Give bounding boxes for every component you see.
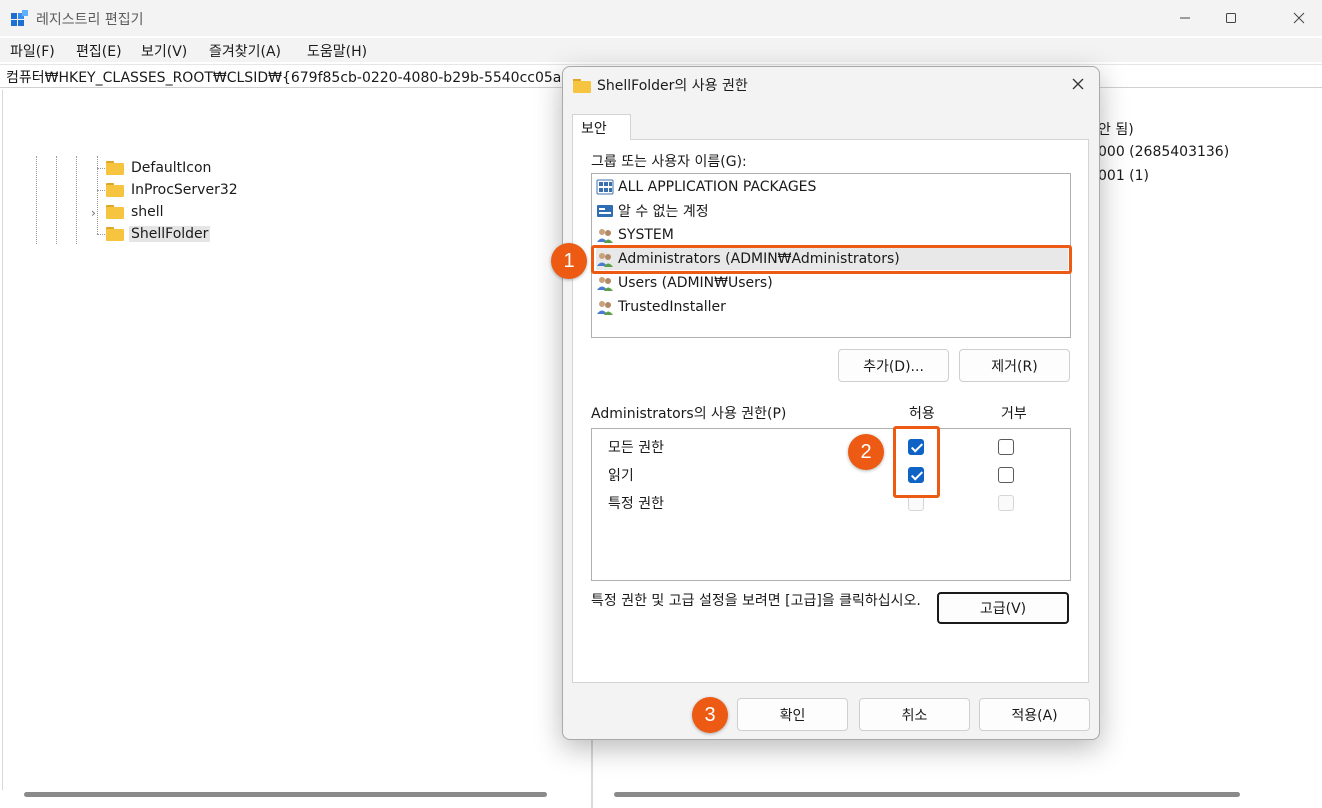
- apply-button[interactable]: 적용(A): [979, 698, 1090, 731]
- user-label: ALL APPLICATION PACKAGES: [618, 179, 817, 195]
- step-badge-3: 3: [692, 697, 728, 733]
- tree-item-label: DefaultIcon: [131, 160, 212, 176]
- permission-read-label: 읽기: [608, 468, 634, 484]
- cancel-button[interactable]: 취소: [859, 698, 970, 731]
- close-button[interactable]: [1276, 0, 1322, 36]
- registry-editor-icon: [11, 10, 28, 26]
- remove-button[interactable]: 제거(R): [959, 349, 1070, 382]
- list-item-all-application-packages[interactable]: ALL APPLICATION PACKAGES: [596, 176, 1068, 198]
- folder-icon: [106, 227, 124, 241]
- highlight-administrators: [591, 245, 1072, 274]
- user-label: Users (ADMIN₩Users): [618, 275, 773, 291]
- step-badge-2: 2: [848, 434, 884, 470]
- tree-item-shell[interactable]: shell: [106, 202, 166, 222]
- add-button[interactable]: 추가(D)...: [838, 349, 949, 382]
- minimize-icon: [1180, 17, 1190, 19]
- tree-item-inprocserver32[interactable]: InProcServer32: [106, 180, 240, 200]
- maximize-button[interactable]: [1208, 0, 1254, 36]
- group-list-label: 그룹 또는 사용자 이름(G):: [591, 154, 747, 170]
- permission-special-label: 특정 권한: [608, 496, 664, 512]
- list-item-trustedinstaller[interactable]: TrustedInstaller: [596, 296, 1068, 318]
- user-label: TrustedInstaller: [618, 299, 726, 315]
- unknown-account-icon: [597, 205, 613, 217]
- read-deny-checkbox[interactable]: [998, 467, 1014, 483]
- key-tree-pane[interactable]: [2, 90, 565, 790]
- expand-chevron-icon[interactable]: ›: [91, 206, 96, 220]
- special-deny-checkbox: [998, 495, 1014, 511]
- tree-guide-line: [97, 234, 105, 235]
- tree-item-defaulticon[interactable]: DefaultIcon: [106, 158, 213, 178]
- value-data-fragment: 000 (2685403136): [1098, 144, 1230, 160]
- users-icon: [597, 301, 613, 315]
- full-control-deny-checkbox[interactable]: [998, 439, 1014, 455]
- value-data-fragment: 001 (1): [1098, 168, 1150, 184]
- tree-guide-line: [36, 156, 37, 244]
- list-item-system[interactable]: SYSTEM: [596, 224, 1068, 246]
- tree-item-shellfolder[interactable]: ShellFolder: [106, 224, 211, 244]
- tree-guide-line: [97, 168, 105, 169]
- highlight-allow-checkboxes: [893, 426, 940, 498]
- close-icon: [1293, 12, 1305, 24]
- tab-label: 보안: [581, 121, 607, 137]
- folder-icon: [106, 183, 124, 197]
- folder-icon: [106, 205, 124, 219]
- user-label: SYSTEM: [618, 227, 674, 243]
- tree-item-label: InProcServer32: [131, 182, 238, 198]
- close-icon: [1072, 78, 1084, 90]
- title-bar: 레지스트리 편집기: [0, 0, 1322, 36]
- permissions-dialog: ShellFolder의 사용 권한 보안 그룹 또는 사용자 이름(G): A…: [562, 66, 1100, 740]
- advanced-button[interactable]: 고급(V): [937, 592, 1069, 624]
- tree-guide-line: [56, 156, 57, 244]
- tree-guide-line: [76, 156, 77, 244]
- address-text: 컴퓨터₩HKEY_CLASSES_ROOT₩CLSID₩{679f85cb-02…: [6, 70, 611, 86]
- values-horizontal-scrollbar[interactable]: [614, 792, 1240, 797]
- permissions-label: Administrators의 사용 권한(P): [591, 406, 787, 422]
- folder-icon: [106, 161, 124, 175]
- value-data-fragment: 안 됨): [1098, 122, 1134, 138]
- list-item-unknown-account[interactable]: 알 수 없는 계정: [596, 200, 1068, 222]
- permission-full-control-label: 모든 권한: [608, 440, 664, 456]
- dialog-title: ShellFolder의 사용 권한: [597, 78, 748, 94]
- menu-view[interactable]: 보기(V): [141, 41, 187, 61]
- app-packages-icon: [596, 179, 614, 195]
- step-badge-1: 1: [551, 243, 587, 279]
- allow-column-header: 허용: [909, 406, 935, 422]
- folder-icon: [573, 79, 591, 93]
- menu-edit[interactable]: 편집(E): [76, 41, 122, 61]
- tree-item-label: ShellFolder: [129, 226, 211, 242]
- user-label: 알 수 없는 계정: [618, 204, 709, 220]
- users-icon: [597, 277, 613, 291]
- minimize-button[interactable]: [1162, 0, 1208, 36]
- maximize-icon: [1226, 13, 1236, 23]
- menu-favorites[interactable]: 즐겨찾기(A): [209, 41, 281, 61]
- tree-item-label: shell: [131, 204, 164, 220]
- tree-horizontal-scrollbar[interactable]: [24, 792, 547, 797]
- menu-help[interactable]: 도움말(H): [307, 41, 367, 61]
- ok-button[interactable]: 확인: [737, 698, 848, 731]
- list-item-users[interactable]: Users (ADMIN₩Users): [596, 272, 1068, 294]
- tree-guide-line: [97, 190, 105, 191]
- advanced-hint-text: 특정 권한 및 고급 설정을 보려면 [고급]을 클릭하십시오.: [591, 593, 921, 609]
- deny-column-header: 거부: [1001, 406, 1027, 422]
- menu-bar: 파일(F) 편집(E) 보기(V) 즐겨찾기(A) 도움말(H): [0, 38, 1322, 62]
- dialog-close-button[interactable]: [1067, 73, 1089, 95]
- tab-security[interactable]: 보안: [572, 114, 631, 140]
- users-icon: [597, 229, 613, 243]
- permissions-list: 모든 권한 읽기 특정 권한: [591, 428, 1071, 581]
- menu-file[interactable]: 파일(F): [10, 41, 55, 61]
- window-title: 레지스트리 편집기: [36, 12, 144, 28]
